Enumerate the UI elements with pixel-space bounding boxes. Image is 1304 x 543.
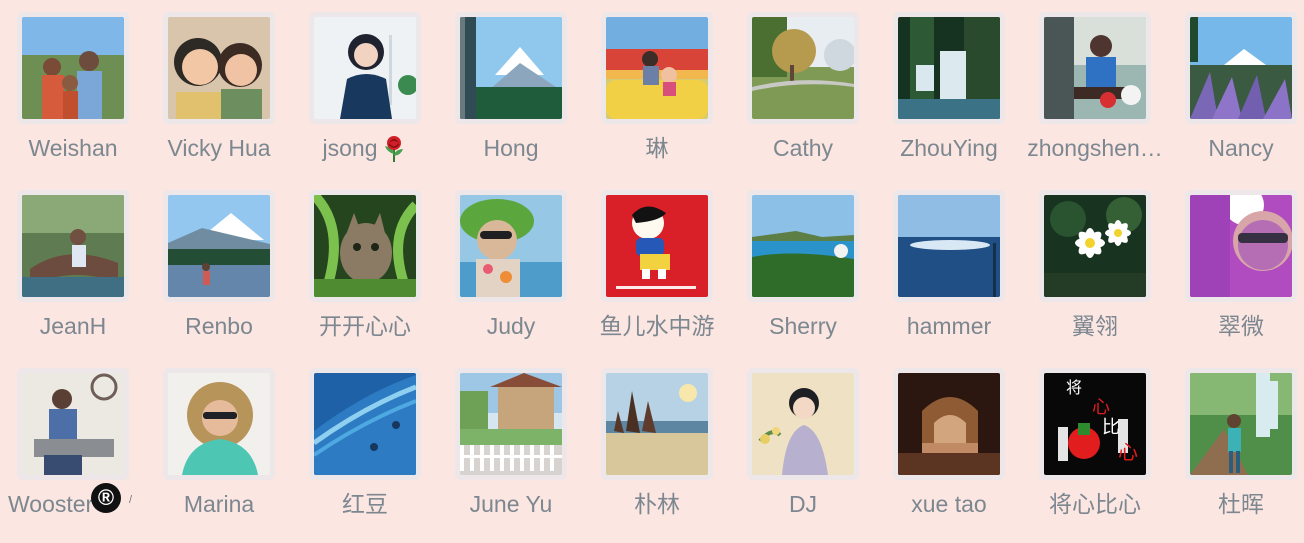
member-name[interactable]: Sherry <box>730 311 876 341</box>
member-avatar[interactable] <box>1044 17 1146 119</box>
member-name[interactable]: xue tao <box>876 489 1022 519</box>
truncated-trail: / <box>129 494 133 506</box>
member-avatar[interactable] <box>752 17 854 119</box>
member-avatar[interactable] <box>314 17 416 119</box>
member-grid: Weishan Vicky Hua jsong Hong 琳 Cathy Zho… <box>0 0 1304 519</box>
member-name[interactable]: 翼翎 <box>1022 311 1168 341</box>
member-avatar[interactable] <box>898 195 1000 297</box>
member-name[interactable]: 琳 <box>584 133 730 163</box>
member-avatar[interactable] <box>314 373 416 475</box>
member-name[interactable]: ZhouYing <box>876 133 1022 163</box>
member-name[interactable]: JeanH <box>0 311 146 341</box>
member-avatar[interactable] <box>168 17 270 119</box>
member-name[interactable]: June Yu <box>438 489 584 519</box>
member-name[interactable]: zhongshen… <box>1022 133 1168 163</box>
member-name[interactable]: Renbo <box>146 311 292 341</box>
member-avatar[interactable] <box>314 195 416 297</box>
member-name[interactable]: 红豆 <box>292 489 438 519</box>
member-name[interactable]: 开开心心 <box>292 311 438 341</box>
member-avatar[interactable] <box>1190 373 1292 475</box>
member-avatar[interactable] <box>752 373 854 475</box>
thumbnail-text: 比 <box>1102 417 1120 438</box>
member-avatar[interactable] <box>1190 195 1292 297</box>
member-name[interactable]: Marina <box>146 489 292 519</box>
member-avatar[interactable] <box>460 17 562 119</box>
member-avatar[interactable] <box>898 373 1000 475</box>
member-avatar[interactable] <box>752 195 854 297</box>
member-card[interactable]: Nancy <box>1190 17 1304 187</box>
member-name[interactable]: Vicky Hua <box>146 133 292 163</box>
member-name[interactable]: hammer <box>876 311 1022 341</box>
member-card[interactable]: 翠微 <box>1190 195 1304 365</box>
member-avatar[interactable] <box>606 17 708 119</box>
member-avatar[interactable] <box>1044 195 1146 297</box>
member-avatar[interactable] <box>460 373 562 475</box>
member-avatar[interactable] <box>460 195 562 297</box>
member-name[interactable]: Weishan <box>0 133 146 163</box>
member-name[interactable]: 翠微 <box>1168 311 1304 341</box>
member-avatar[interactable] <box>606 195 708 297</box>
member-name[interactable]: jsong <box>292 133 438 163</box>
member-name[interactable]: DJ <box>730 489 876 519</box>
member-avatar[interactable] <box>168 195 270 297</box>
member-name-text[interactable]: jsong <box>323 135 378 161</box>
thumbnail-text: 心 <box>1118 440 1138 464</box>
member-avatar[interactable] <box>1190 17 1292 119</box>
member-avatar[interactable] <box>22 17 124 119</box>
member-avatar[interactable] <box>22 373 124 475</box>
thumbnail-text: 心 <box>1092 397 1110 418</box>
member-name[interactable]: 朴林 <box>584 489 730 519</box>
member-name[interactable]: 将心比心 <box>1022 489 1168 519</box>
member-name[interactable]: Hong <box>438 133 584 163</box>
registered-badge: ® <box>91 483 121 513</box>
member-avatar[interactable] <box>22 195 124 297</box>
member-name[interactable]: 鱼儿水中游 <box>584 311 730 341</box>
member-avatar[interactable]: 将 心 比 心 <box>1044 373 1146 475</box>
member-avatar[interactable] <box>898 17 1000 119</box>
member-card[interactable]: 杜晖 <box>1190 373 1304 543</box>
member-name[interactable]: Judy <box>438 311 584 341</box>
rose-icon <box>381 134 407 162</box>
member-avatar[interactable] <box>168 373 270 475</box>
thumbnail-text: 将 <box>1066 378 1082 397</box>
member-name[interactable]: 杜晖 <box>1168 489 1304 519</box>
member-name[interactable]: Cathy <box>730 133 876 163</box>
member-name[interactable]: Nancy <box>1168 133 1304 163</box>
member-avatar[interactable] <box>606 373 708 475</box>
